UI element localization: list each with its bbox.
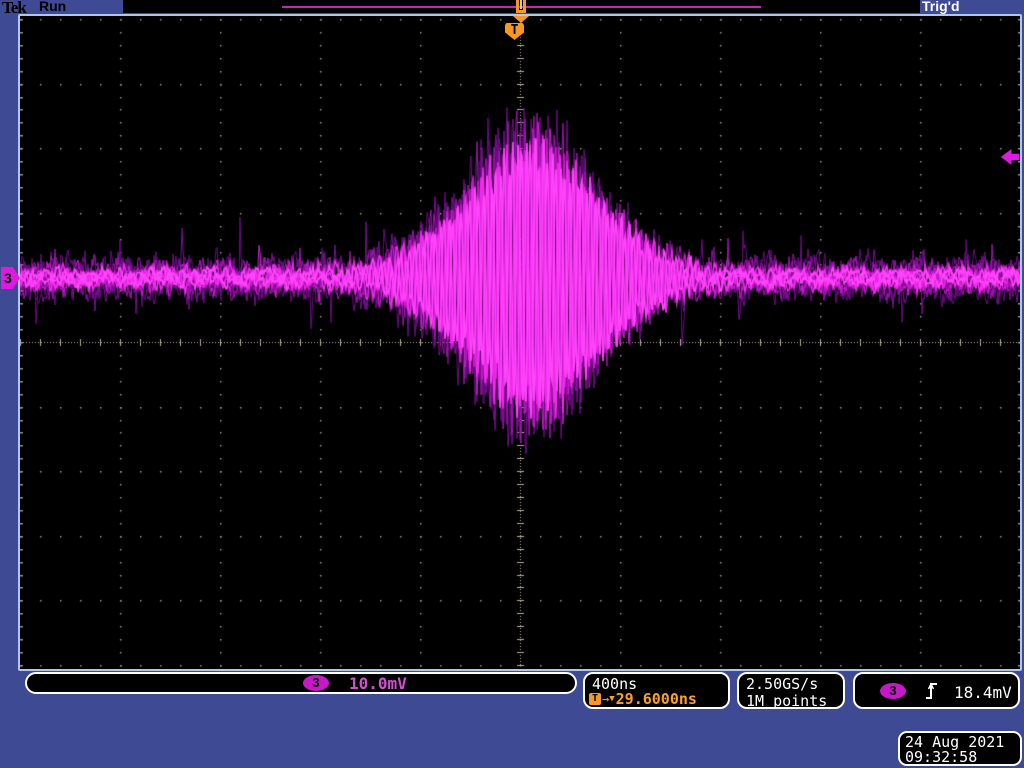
- sample-rate-value: 2.50GS/s: [746, 675, 818, 693]
- acquisition-status: Run: [39, 0, 66, 14]
- trigger-readout: 3 18.4mV: [853, 672, 1020, 709]
- top-status-bar: Tek Run Trig'd: [0, 0, 1024, 14]
- record-view-trigger-marker-icon[interactable]: [516, 0, 526, 13]
- trigger-delay-value: 29.6000ns: [616, 690, 697, 708]
- trigger-level-value: 18.4mV: [954, 683, 1012, 702]
- trigger-delay-row: T→▼29.6000ns: [589, 692, 697, 706]
- down-triangle-icon: ▼: [609, 693, 614, 705]
- acquisition-readout: 2.50GS/s 1M points: [737, 672, 845, 709]
- datetime-box: 24 Aug 2021 09:32:58: [898, 731, 1022, 766]
- record-view-trigger-marker-inner: [520, 0, 522, 9]
- trigger-source-badge: 3: [880, 683, 906, 699]
- trigger-status: Trig'd: [922, 0, 960, 14]
- record-view-strip: [123, 0, 920, 13]
- trigger-delay-t-icon: T: [589, 693, 601, 705]
- channel-scale-value: 10.0mV: [349, 674, 407, 693]
- record-length-value: 1M points: [746, 692, 827, 710]
- right-arrow-icon: →: [602, 693, 609, 705]
- horizontal-readout: 400ns T→▼29.6000ns: [583, 672, 730, 709]
- waveform-canvas: [20, 16, 1020, 668]
- channel-3-badge: 3: [303, 675, 329, 691]
- time-label: 09:32:58: [905, 748, 977, 766]
- trigger-position-arrow-icon: [513, 16, 529, 23]
- rising-edge-icon: [925, 682, 939, 700]
- channel-scale-readout: 3 10.0mV: [25, 672, 577, 694]
